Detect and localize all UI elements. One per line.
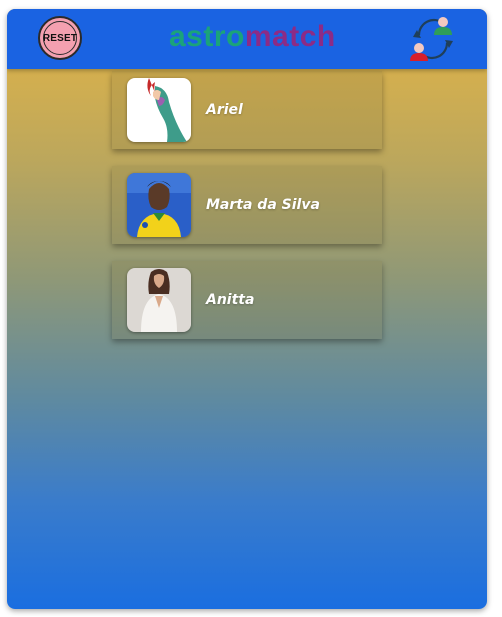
logo-part-astro: astro — [169, 20, 245, 53]
app-window: RESET astromatch Ariel Marta da Silva An… — [7, 9, 487, 609]
match-card-anitta[interactable]: Anitta — [112, 261, 382, 339]
match-card-marta-da-silva[interactable]: Marta da Silva — [112, 166, 382, 244]
match-name: Anitta — [206, 292, 255, 308]
reset-label: RESET — [42, 32, 78, 44]
matches-list: Ariel Marta da Silva Anitta — [7, 69, 487, 609]
match-name: Ariel — [206, 102, 243, 118]
avatar — [127, 268, 191, 332]
logo-part-match: match — [244, 20, 336, 53]
header: RESET astromatch — [7, 9, 487, 69]
app-logo: astromatch — [169, 17, 336, 57]
switch-screen-icon — [410, 17, 453, 61]
match-card-ariel[interactable]: Ariel — [112, 71, 382, 149]
match-name: Marta da Silva — [206, 197, 320, 213]
avatar — [127, 78, 191, 142]
avatar — [127, 173, 191, 237]
reset-button[interactable]: RESET — [38, 16, 82, 60]
switch-screen-button[interactable] — [407, 13, 459, 65]
